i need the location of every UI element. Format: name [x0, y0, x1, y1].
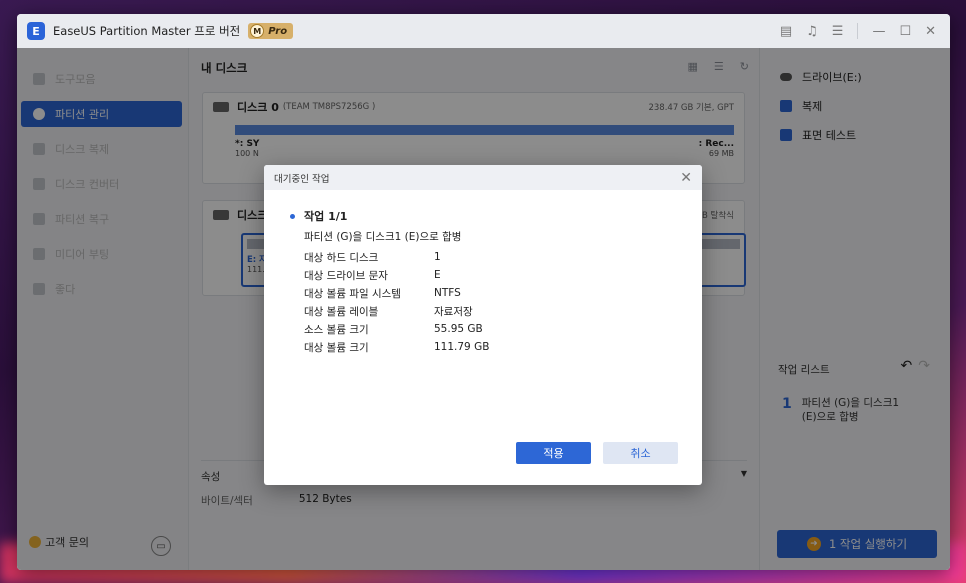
task-description: 파티션 (G)을 디스크1 (E)으로 합병: [304, 231, 462, 243]
detail-value: 111.79 GB: [434, 341, 490, 353]
detail-key: 대상 볼륨 파일 시스템: [304, 287, 401, 300]
detail-key: 대상 하드 디스크: [304, 251, 379, 264]
pro-m-icon: M: [250, 24, 265, 38]
app-window: E EaseUS Partition Master 프로 버전 M Pro ▤ …: [17, 14, 950, 570]
task-details: 대상 하드 디스크 1 대상 드라이브 문자 E 대상 볼륨 파일 시스템 NTFS …: [304, 248, 489, 356]
detail-value: 1: [434, 251, 441, 263]
detail-row: 대상 볼륨 레이블 자료저장: [304, 302, 489, 320]
detail-key: 대상 볼륨 크기: [304, 341, 369, 354]
detail-key: 대상 드라이브 문자: [304, 269, 388, 282]
detail-row: 소스 볼륨 크기 55.95 GB: [304, 320, 489, 338]
apply-button[interactable]: 적용: [516, 442, 591, 464]
detail-row: 대상 드라이브 문자 E: [304, 266, 489, 284]
pro-label: Pro: [268, 25, 288, 37]
divider: [857, 23, 859, 39]
detail-key: 대상 볼륨 레이블: [304, 305, 379, 318]
detail-value: NTFS: [434, 287, 461, 299]
detail-row: 대상 하드 디스크 1: [304, 248, 489, 266]
close-icon[interactable]: ✕: [680, 170, 692, 186]
detail-key: 소스 볼륨 크기: [304, 323, 369, 336]
menu-icon[interactable]: ☰: [832, 24, 844, 39]
app-logo-icon: E: [27, 22, 45, 40]
maximize-icon[interactable]: ☐: [899, 24, 911, 39]
pending-operations-dialog: 대기중인 작업 ✕ 작업 1/1 파티션 (G)을 디스크1 (E)으로 합병 …: [264, 165, 702, 485]
document-icon[interactable]: ▤: [780, 24, 792, 39]
dialog-title: 대기중인 작업: [274, 173, 330, 185]
detail-value: 55.95 GB: [434, 323, 483, 335]
title-controls: ▤ ♫ ☰ — ☐ ✕: [780, 14, 936, 48]
pro-badge[interactable]: M Pro: [248, 23, 294, 39]
app-title: EaseUS Partition Master 프로 버전: [53, 24, 241, 38]
title-bar: E EaseUS Partition Master 프로 버전 M Pro ▤ …: [17, 14, 950, 48]
bell-icon[interactable]: ♫: [806, 24, 818, 39]
detail-row: 대상 볼륨 파일 시스템 NTFS: [304, 284, 489, 302]
task-title: 작업 1/1: [290, 208, 347, 224]
close-icon[interactable]: ✕: [925, 24, 936, 39]
app-body: 도구모음 파티션 관리 디스크 복제 디스크 컨버터 파티션 복구 미디어 부팅…: [17, 48, 950, 570]
bullet-icon: [290, 213, 295, 219]
detail-value: E: [434, 269, 441, 281]
task-title-text: 작업 1/1: [304, 210, 348, 223]
detail-row: 대상 볼륨 크기 111.79 GB: [304, 338, 489, 356]
dialog-header: 대기중인 작업 ✕: [264, 165, 702, 190]
minimize-icon[interactable]: —: [872, 24, 885, 39]
cancel-button[interactable]: 취소: [603, 442, 678, 464]
detail-value: 자료저장: [434, 305, 473, 318]
dialog-buttons: 적용 취소: [516, 442, 678, 464]
